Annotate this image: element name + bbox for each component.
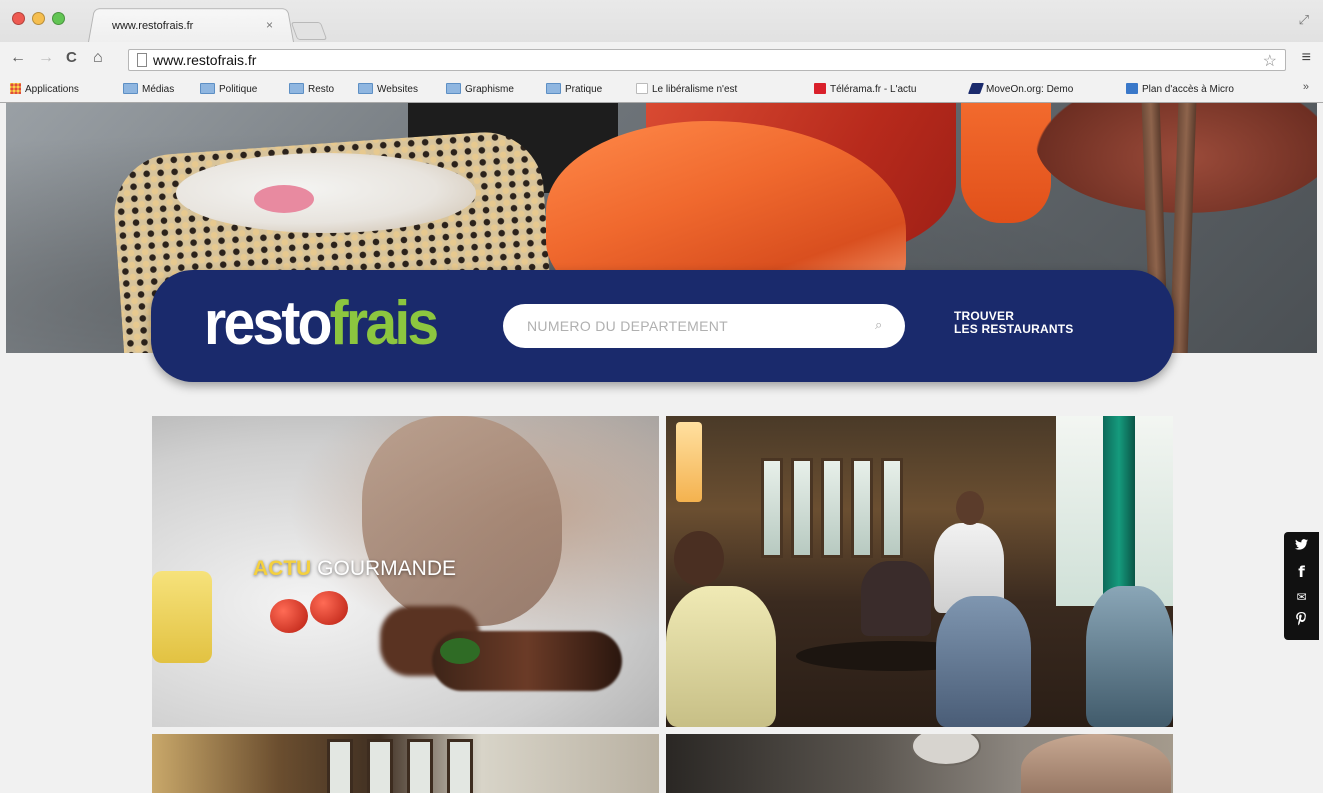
browser-toolbar: ← → C ⌂ www.restofrais.fr ☆ ≡ [0,42,1323,76]
tile-bistro[interactable] [152,734,659,793]
folder-icon [446,83,461,94]
department-search-input[interactable] [503,304,905,348]
tile-image-head [674,531,724,586]
tile-image-butter [152,571,212,663]
bookmark-websites[interactable]: Websites [358,83,418,95]
tile-image-window [881,458,903,558]
tile-image-window [761,458,783,558]
menu-icon[interactable]: ≡ [1302,49,1311,67]
logo-part-resto: resto [204,289,332,358]
bookmark-pratique[interactable]: Pratique [546,83,602,95]
site-logo[interactable]: restofrais [204,288,439,359]
telerama-icon [814,83,826,94]
close-window-button[interactable] [12,12,25,25]
tile-image-hand [362,416,562,626]
address-bar[interactable]: www.restofrais.fr ☆ [128,49,1286,71]
email-icon[interactable]: ✉ [1284,590,1319,604]
bookmark-applications[interactable]: Applications [10,83,79,95]
tile-caption-highlight: ACTU [253,557,312,580]
hero-sushi-rice [176,153,476,233]
hero-sushi-filling [254,185,314,213]
tile-actu-gourmande[interactable]: ACTU GOURMANDE [152,416,659,727]
bookmark-moveon[interactable]: MoveOn.org: Demo [967,83,1073,95]
bookmark-graphisme[interactable]: Graphisme [446,83,514,95]
find-restaurants-button[interactable]: TROUVER LES RESTAURANTS [954,310,1073,336]
search-icon[interactable]: ⌕ [875,317,882,333]
tile-image-window [447,739,473,793]
tile-restaurant-interior[interactable] [666,416,1173,727]
facebook-icon[interactable]: f [1284,563,1319,581]
tile-image-person [936,596,1031,727]
bookmarks-bar: Applications Médias Politique Resto Webs… [0,76,1323,102]
page-icon [137,53,147,67]
tab-close-icon[interactable]: × [266,18,273,32]
page-viewport: restofrais ⌕ TROUVER LES RESTAURANTS ACT… [0,103,1323,793]
folder-icon [200,83,215,94]
tile-caption: ACTU GOURMANDE [253,557,456,581]
bookmark-politique[interactable]: Politique [200,83,257,95]
tab-strip: www.restofrais.fr × ⤢ [0,0,1323,42]
zoom-window-button[interactable] [52,12,65,25]
more-bookmarks-icon[interactable]: » [1303,81,1309,93]
tile-image-window [327,739,353,793]
bookmark-liberalisme[interactable]: Le libéralisme n'est [636,83,737,95]
tile-image-person [1086,586,1173,727]
folder-icon [546,83,561,94]
minimize-window-button[interactable] [32,12,45,25]
new-tab-button[interactable] [290,22,328,40]
folder-icon [123,83,138,94]
tile-caption-text: GOURMANDE [311,557,457,580]
search-banner: restofrais ⌕ TROUVER LES RESTAURANTS [151,270,1174,382]
bookmark-plan-acces[interactable]: Plan d'accès à Micro [1126,83,1234,95]
star-icon[interactable]: ☆ [1263,51,1277,71]
tile-image-window [407,739,433,793]
tile-image-person [861,561,931,636]
social-share-bar: f ✉ [1284,532,1319,640]
tab-title[interactable]: www.restofrais.fr [112,20,193,32]
bookmark-medias[interactable]: Médias [123,83,174,95]
browser-window-chrome: www.restofrais.fr × ⤢ ← → C ⌂ www.restof… [0,0,1323,103]
tile-image-window [367,739,393,793]
tile-image-lamp [676,422,702,502]
folder-icon [358,83,373,94]
tile-image-head [956,491,984,525]
hero-salmon-right [961,103,1051,223]
back-icon[interactable]: ← [10,49,26,67]
bookmark-telerama[interactable]: Télérama.fr - L'actu [814,83,916,95]
url-text[interactable]: www.restofrais.fr [153,52,256,68]
folder-icon [289,83,304,94]
logo-part-frais: frais [329,289,439,358]
moveon-icon [967,83,985,94]
tile-image-person [666,586,776,727]
tile-image-tomato [270,599,308,633]
tile-image-face [1021,734,1171,793]
page-icon [636,83,648,94]
tile-portrait[interactable] [666,734,1173,793]
find-button-line2: LES RESTAURANTS [954,322,1074,336]
tile-image-garnish [440,638,480,664]
tile-image-window [821,458,843,558]
plan-icon [1126,83,1138,94]
bookmark-resto[interactable]: Resto [289,83,334,95]
tile-image-window [851,458,873,558]
tile-image-tomato [310,591,348,625]
apps-icon [10,83,21,94]
twitter-icon[interactable] [1284,539,1319,553]
tile-image-clock [911,734,981,766]
forward-icon[interactable]: → [38,49,54,67]
home-icon[interactable]: ⌂ [93,49,103,67]
tile-image-window [791,458,813,558]
reload-icon[interactable]: C [66,49,77,66]
pinterest-icon[interactable] [1284,612,1319,631]
fullscreen-icon[interactable]: ⤢ [1299,12,1309,28]
